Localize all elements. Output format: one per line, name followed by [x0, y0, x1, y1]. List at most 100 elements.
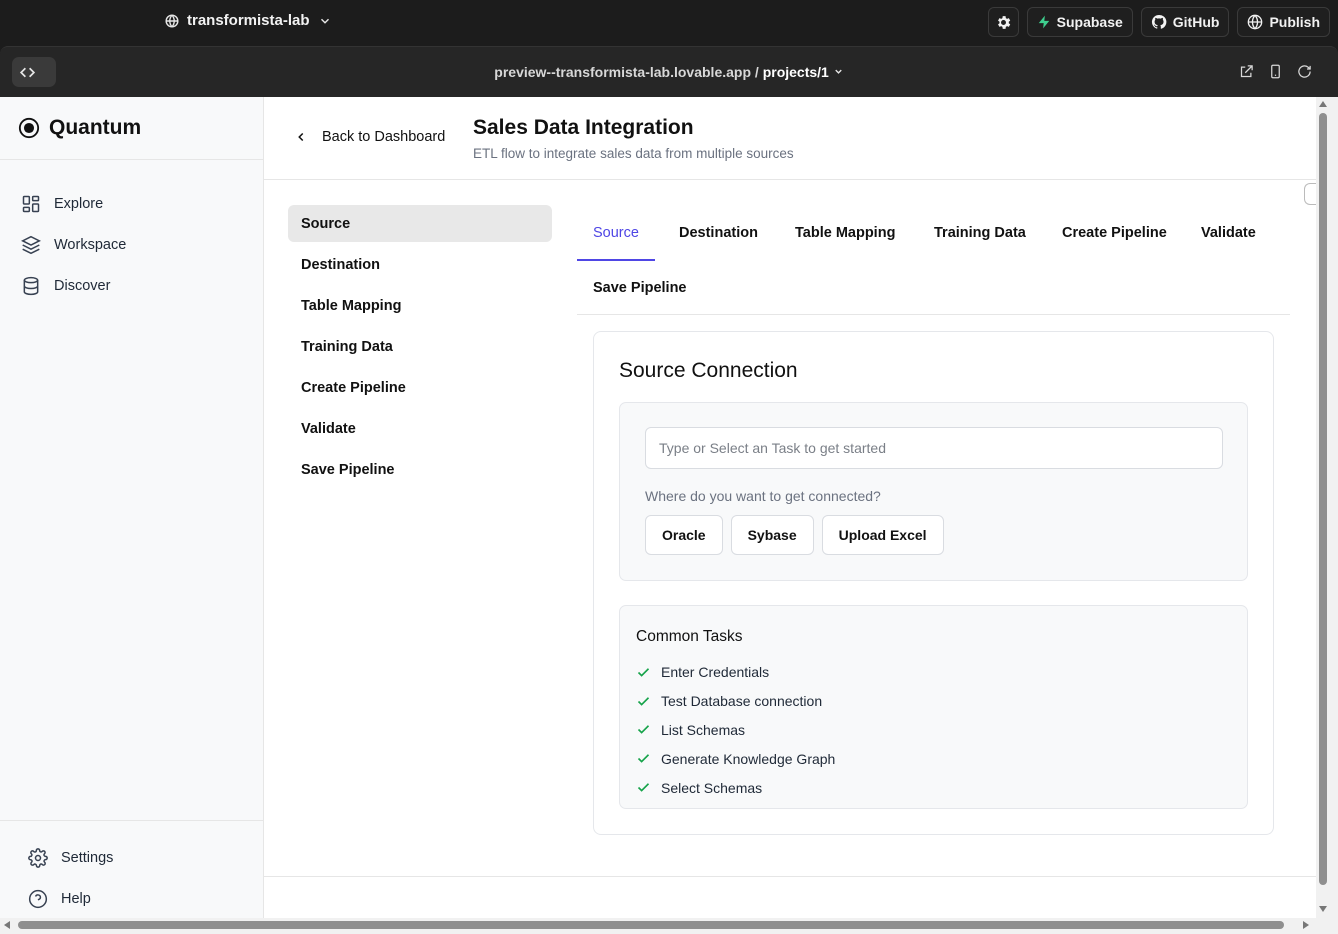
- preview-browser-bar: preview--transformista-lab.lovable.app /…: [0, 46, 1338, 97]
- sidebar-item-label: Settings: [61, 849, 114, 866]
- task-label: Enter Credentials: [661, 664, 770, 681]
- globe-icon: [165, 13, 179, 28]
- page-subtitle: ETL flow to integrate sales data from mu…: [473, 146, 794, 161]
- sidebar-item-settings[interactable]: Settings: [0, 837, 263, 878]
- back-to-dashboard-button[interactable]: Back to Dashboard: [294, 129, 445, 145]
- external-link-icon[interactable]: [1239, 64, 1254, 79]
- sidebar-item-workspace[interactable]: Workspace: [0, 224, 263, 265]
- sidebar-item-discover[interactable]: Discover: [0, 265, 263, 306]
- upload-excel-button[interactable]: Upload Excel: [821, 515, 944, 555]
- scroll-right-arrow-icon[interactable]: [1302, 920, 1310, 930]
- chevron-down-icon: [320, 18, 329, 24]
- sidebar-item-help[interactable]: Help: [0, 878, 263, 918]
- page-title: Sales Data Integration: [473, 116, 694, 139]
- common-tasks-title: Common Tasks: [636, 628, 743, 645]
- common-tasks-box: Common Tasks Enter Credentials Test Data…: [619, 605, 1248, 809]
- connection-prompt: Where do you want to get connected?: [645, 488, 881, 504]
- sidebar-nav: Explore Workspace Discover: [0, 160, 263, 306]
- tab-destination[interactable]: Destination: [663, 205, 774, 261]
- github-label: GitHub: [1172, 14, 1220, 30]
- task-label: Generate Knowledge Graph: [661, 750, 836, 767]
- grid-icon: [22, 195, 40, 212]
- quantum-logo-icon: [18, 117, 40, 139]
- tab-save-pipeline[interactable]: Save Pipeline: [577, 260, 703, 316]
- task-label: List Schemas: [661, 721, 746, 738]
- brand-name: Quantum: [49, 116, 142, 139]
- sidebar: Quantum Explore Workspace Discover Setti…: [0, 97, 264, 918]
- check-icon: [637, 754, 650, 764]
- connection-box: Where do you want to get connected? Orac…: [619, 402, 1248, 581]
- sidebar-item-label: Help: [61, 890, 91, 907]
- step-create-pipeline[interactable]: Create Pipeline: [288, 369, 552, 406]
- panel-toggle-icon[interactable]: [1304, 183, 1316, 205]
- tab-bar: Source Destination Table Mapping Trainin…: [577, 205, 1290, 315]
- refresh-icon[interactable]: [1297, 64, 1312, 79]
- sidebar-item-label: Explore: [54, 195, 104, 212]
- horizontal-scroll-thumb[interactable]: [18, 921, 1284, 929]
- task-label: Test Database connection: [661, 693, 823, 710]
- preview-url[interactable]: preview--transformista-lab.lovable.app /…: [0, 64, 1338, 80]
- sidebar-footer: Settings Help: [0, 820, 263, 918]
- list-item: Test Database connection: [636, 687, 835, 716]
- source-options: Oracle Sybase Upload Excel: [645, 515, 944, 555]
- footer-divider: [264, 876, 1316, 877]
- app-viewport: Quantum Explore Workspace Discover Setti…: [0, 97, 1316, 918]
- list-item: Select Schemas: [636, 773, 835, 802]
- tab-table-mapping[interactable]: Table Mapping: [779, 205, 911, 261]
- tab-source[interactable]: Source: [577, 205, 655, 261]
- check-icon: [637, 668, 650, 677]
- url-path: projects/1: [762, 64, 829, 80]
- supabase-icon: [1038, 15, 1049, 29]
- project-name: transformista-lab: [187, 12, 310, 29]
- scroll-up-arrow-icon[interactable]: [1318, 100, 1328, 108]
- step-table-mapping[interactable]: Table Mapping: [288, 287, 552, 324]
- check-icon: [637, 783, 650, 792]
- github-icon: [1151, 14, 1167, 29]
- vertical-scroll-thumb[interactable]: [1319, 113, 1327, 885]
- sidebar-item-explore[interactable]: Explore: [0, 183, 263, 224]
- step-destination[interactable]: Destination: [288, 246, 552, 283]
- chevron-down-icon: [834, 69, 842, 74]
- step-validate[interactable]: Validate: [288, 410, 552, 447]
- tab-create-pipeline[interactable]: Create Pipeline: [1046, 205, 1183, 261]
- globe-icon: [1248, 14, 1263, 30]
- mobile-icon[interactable]: [1268, 64, 1283, 79]
- database-icon: [23, 276, 39, 295]
- back-label: Back to Dashboard: [322, 129, 446, 145]
- settings-button[interactable]: [987, 7, 1019, 37]
- editor-topbar: transformista-lab Supabase GitHub Publis…: [0, 0, 1338, 46]
- card-title: Source Connection: [619, 359, 798, 382]
- github-button[interactable]: GitHub: [1140, 7, 1230, 37]
- main-content: Back to Dashboard Sales Data Integration…: [264, 97, 1316, 918]
- tab-validate[interactable]: Validate: [1185, 205, 1272, 261]
- brand[interactable]: Quantum: [0, 97, 263, 160]
- sybase-button[interactable]: Sybase: [730, 515, 814, 555]
- list-item: List Schemas: [636, 716, 835, 745]
- gear-icon: [997, 15, 1010, 29]
- sidebar-item-label: Discover: [54, 277, 111, 294]
- scroll-left-arrow-icon[interactable]: [3, 920, 11, 930]
- page-header: Back to Dashboard Sales Data Integration…: [264, 97, 1316, 180]
- tab-training-data[interactable]: Training Data: [918, 205, 1042, 261]
- task-label: Select Schemas: [661, 779, 763, 796]
- check-icon: [637, 696, 650, 706]
- layers-icon: [21, 235, 41, 254]
- chevron-left-icon: [298, 132, 304, 142]
- task-input[interactable]: [645, 427, 1223, 469]
- project-selector[interactable]: transformista-lab: [165, 12, 332, 29]
- step-source[interactable]: Source: [288, 205, 552, 242]
- step-training-data[interactable]: Training Data: [288, 328, 552, 365]
- publish-label: Publish: [1269, 14, 1320, 30]
- check-icon: [637, 725, 650, 735]
- step-save-pipeline[interactable]: Save Pipeline: [288, 451, 552, 488]
- supabase-button[interactable]: Supabase: [1026, 7, 1133, 37]
- publish-button[interactable]: Publish: [1237, 7, 1330, 37]
- list-item: Generate Knowledge Graph: [636, 744, 835, 773]
- scroll-down-arrow-icon[interactable]: [1318, 905, 1328, 913]
- task-list: Enter Credentials Test Database connecti…: [636, 658, 835, 802]
- source-connection-card: Source Connection Where do you want to g…: [593, 331, 1274, 835]
- oracle-button[interactable]: Oracle: [645, 515, 723, 555]
- step-list: Source Destination Table Mapping Trainin…: [288, 205, 552, 492]
- help-icon: [28, 889, 48, 908]
- sidebar-item-label: Workspace: [54, 236, 127, 253]
